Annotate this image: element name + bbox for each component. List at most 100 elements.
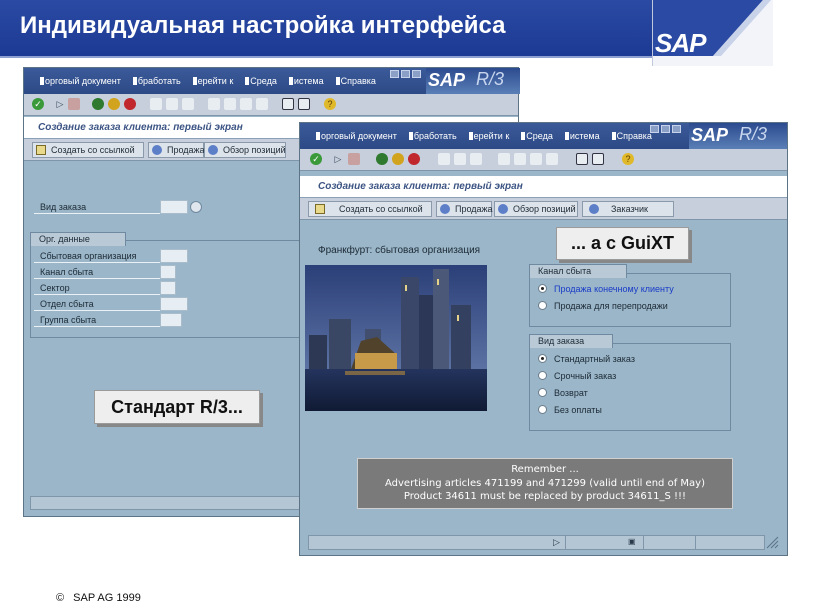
callout-standard: Стандарт R/3... bbox=[94, 390, 260, 424]
cancel-icon[interactable] bbox=[408, 153, 420, 165]
field-underline bbox=[34, 262, 160, 263]
menu-item-edit[interactable]: бработать bbox=[409, 131, 457, 141]
menu-item-goto[interactable]: ерейти к bbox=[193, 76, 234, 86]
first-page-icon[interactable] bbox=[208, 98, 220, 110]
status-lock-icon: ▣ bbox=[628, 537, 636, 546]
save-icon[interactable] bbox=[68, 98, 80, 110]
status-field-mode bbox=[695, 536, 727, 549]
sales-group-input[interactable] bbox=[160, 313, 182, 327]
back-icon[interactable] bbox=[376, 153, 388, 165]
org-data-group-title: Орг. данные bbox=[30, 232, 126, 246]
search-help-icon[interactable] bbox=[190, 201, 202, 213]
sales-office-input[interactable] bbox=[160, 297, 188, 311]
minimize-icon[interactable] bbox=[390, 70, 399, 78]
order-type-input[interactable] bbox=[160, 200, 188, 214]
sales-label: Продажа bbox=[167, 145, 205, 155]
resize-grip-icon[interactable] bbox=[765, 535, 779, 549]
copyright-icon: © bbox=[56, 592, 65, 604]
new-session-icon[interactable] bbox=[282, 98, 294, 110]
menu-item-sales-document[interactable]: орговый документ bbox=[40, 76, 121, 86]
field-underline bbox=[34, 294, 160, 295]
division-input[interactable] bbox=[160, 281, 176, 295]
radio-free-of-charge[interactable] bbox=[538, 405, 547, 414]
minimize-icon[interactable] bbox=[650, 125, 659, 133]
city-skyline-picture bbox=[305, 265, 487, 411]
find-icon[interactable] bbox=[166, 98, 178, 110]
radio-end-customer[interactable] bbox=[538, 284, 547, 293]
find-next-icon[interactable] bbox=[182, 98, 194, 110]
back-icon[interactable] bbox=[92, 98, 104, 110]
option-resale[interactable]: Продажа для перепродажи bbox=[554, 301, 668, 311]
standard-toolbar: ✓ ▷ ? bbox=[24, 94, 518, 116]
menu-item-environment[interactable]: Среда bbox=[521, 131, 553, 141]
create-with-reference-button[interactable]: Создать со ссылкой bbox=[32, 142, 144, 158]
item-overview-button[interactable]: Обзор позиций bbox=[494, 201, 578, 217]
sales-button[interactable]: Продажа bbox=[148, 142, 205, 158]
note-line-3: Product 34611 must be replaced by produc… bbox=[403, 491, 687, 502]
next-page-icon[interactable] bbox=[530, 153, 542, 165]
menu-item-system[interactable]: истема bbox=[565, 131, 600, 141]
sales-office-label: Отдел сбыта bbox=[40, 299, 94, 309]
customer-button[interactable]: Заказчик bbox=[582, 201, 674, 217]
option-standard-order[interactable]: Стандартный заказ bbox=[554, 354, 635, 364]
option-free-of-charge[interactable]: Без оплаты bbox=[554, 405, 602, 415]
last-page-icon[interactable] bbox=[546, 153, 558, 165]
save-icon[interactable] bbox=[348, 153, 360, 165]
shortcut-icon[interactable] bbox=[592, 153, 604, 165]
menu-item-edit[interactable]: бработать bbox=[133, 76, 181, 86]
close-icon[interactable] bbox=[412, 70, 421, 78]
field-underline bbox=[34, 310, 160, 311]
cancel-icon[interactable] bbox=[124, 98, 136, 110]
find-icon[interactable] bbox=[454, 153, 466, 165]
exit-icon[interactable] bbox=[392, 153, 404, 165]
radio-standard-order[interactable] bbox=[538, 354, 547, 363]
sap-brand-text: SAP bbox=[691, 125, 729, 145]
channel-group: Продажа конечному клиенту Продажа для пе… bbox=[529, 273, 731, 327]
new-session-icon[interactable] bbox=[576, 153, 588, 165]
maximize-icon[interactable] bbox=[401, 70, 410, 78]
triangle-icon[interactable]: ▷ bbox=[54, 98, 66, 110]
menu-item-goto[interactable]: ерейти к bbox=[469, 131, 510, 141]
sales-org-input[interactable] bbox=[160, 249, 188, 263]
enter-icon[interactable]: ✓ bbox=[310, 153, 322, 165]
item-overview-button[interactable]: Обзор позиций bbox=[204, 142, 286, 158]
sales-group-row: Группа сбыта bbox=[34, 313, 214, 327]
order-type-group: Стандартный заказ Срочный заказ Возврат … bbox=[529, 343, 731, 431]
radio-return[interactable] bbox=[538, 388, 547, 397]
dist-channel-input[interactable] bbox=[160, 265, 176, 279]
option-end-customer[interactable]: Продажа конечному клиенту bbox=[554, 284, 674, 294]
enter-icon[interactable]: ✓ bbox=[32, 98, 44, 110]
option-rush-order[interactable]: Срочный заказ bbox=[554, 371, 616, 381]
sap-brand-text: SAP bbox=[428, 70, 466, 90]
standard-toolbar: ✓ ▷ ? bbox=[300, 149, 787, 171]
create-with-reference-button[interactable]: Создать со ссылкой bbox=[308, 201, 432, 217]
print-icon[interactable] bbox=[150, 98, 162, 110]
person-icon bbox=[498, 204, 508, 214]
next-page-icon[interactable] bbox=[240, 98, 252, 110]
first-page-icon[interactable] bbox=[498, 153, 510, 165]
find-next-icon[interactable] bbox=[470, 153, 482, 165]
previous-page-icon[interactable] bbox=[224, 98, 236, 110]
last-page-icon[interactable] bbox=[256, 98, 268, 110]
menu-item-sales-document[interactable]: орговый документ bbox=[316, 131, 397, 141]
print-icon[interactable] bbox=[438, 153, 450, 165]
help-icon[interactable]: ? bbox=[324, 98, 336, 110]
person-icon bbox=[152, 145, 162, 155]
menu-item-system[interactable]: истема bbox=[289, 76, 324, 86]
menu-item-help[interactable]: Справка bbox=[612, 131, 652, 141]
maximize-icon[interactable] bbox=[661, 125, 670, 133]
close-icon[interactable] bbox=[672, 125, 681, 133]
triangle-icon[interactable]: ▷ bbox=[332, 153, 344, 165]
radio-rush-order[interactable] bbox=[538, 371, 547, 380]
advertising-note: Remember ... Advertising articles 471199… bbox=[357, 458, 733, 509]
sales-button[interactable]: Продажа bbox=[436, 201, 493, 217]
option-return[interactable]: Возврат bbox=[554, 388, 588, 398]
shortcut-icon[interactable] bbox=[298, 98, 310, 110]
exit-icon[interactable] bbox=[108, 98, 120, 110]
menu-item-help[interactable]: Справка bbox=[336, 76, 376, 86]
status-arrow-icon[interactable]: ▷ bbox=[553, 537, 560, 548]
help-icon[interactable]: ? bbox=[622, 153, 634, 165]
previous-page-icon[interactable] bbox=[514, 153, 526, 165]
menu-item-environment[interactable]: Среда bbox=[245, 76, 277, 86]
radio-resale[interactable] bbox=[538, 301, 547, 310]
